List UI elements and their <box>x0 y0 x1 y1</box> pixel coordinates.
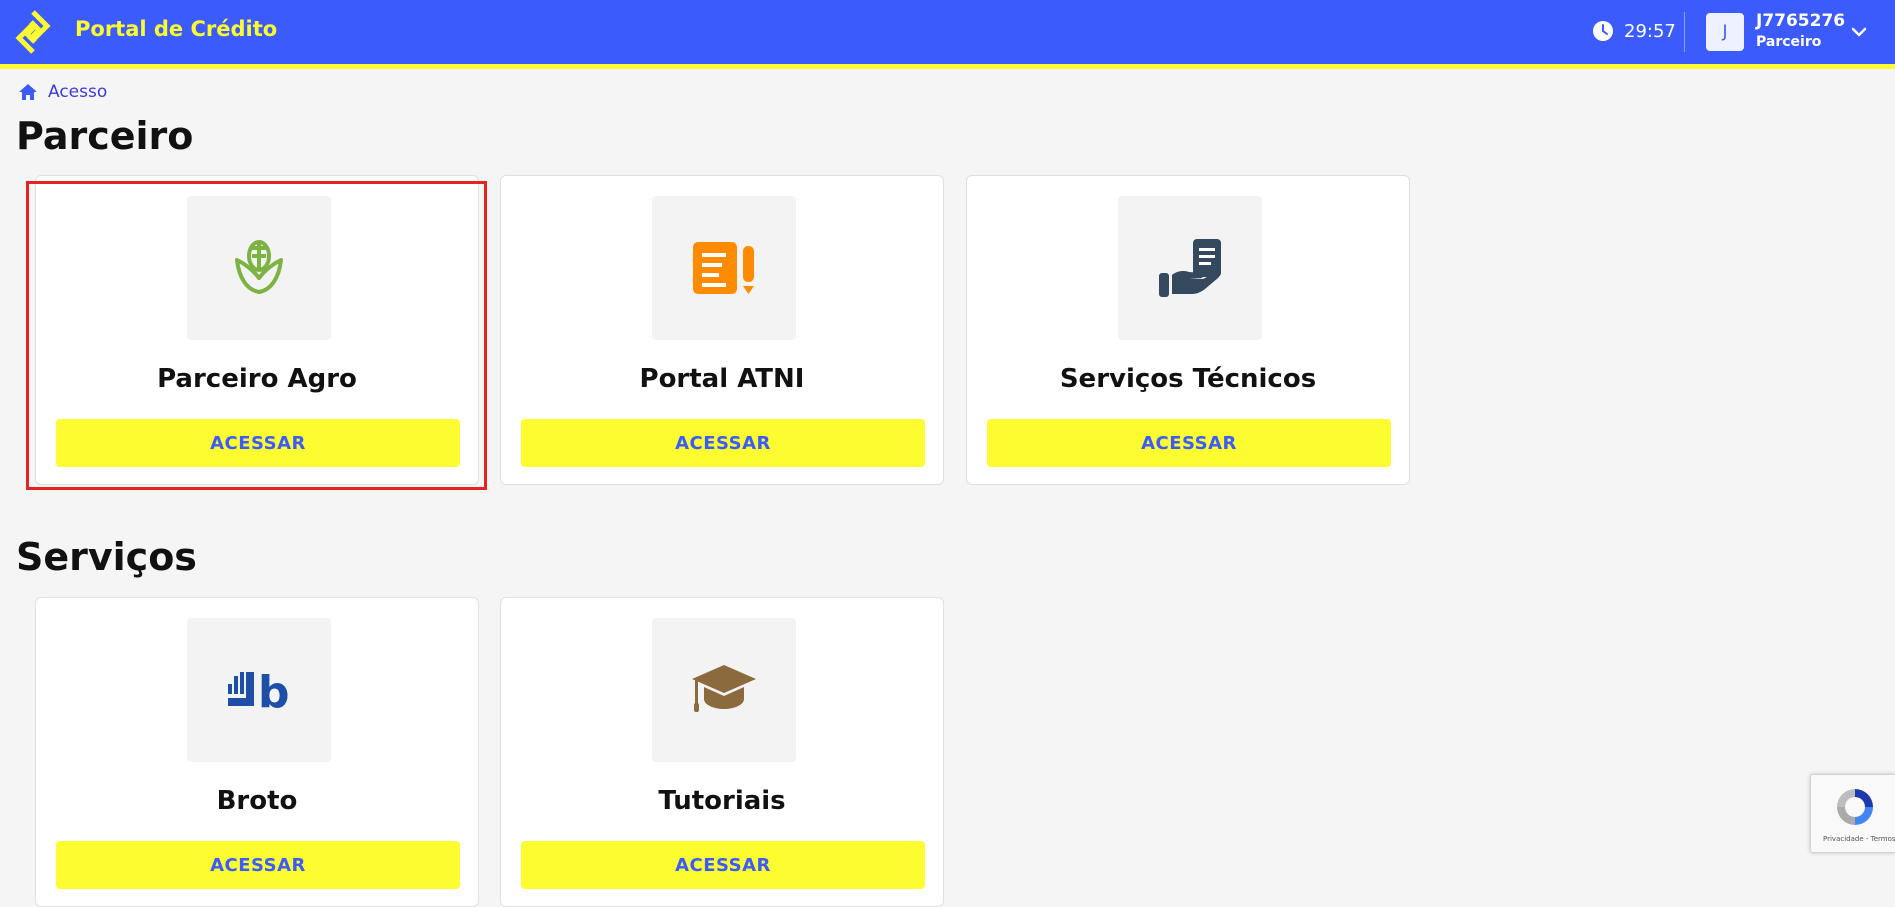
card-servicos-tecnicos[interactable]: Serviços Técnicos ACESSAR <box>966 175 1410 485</box>
user-id[interactable]: J7765276 <box>1756 11 1845 31</box>
card-icon-box <box>652 618 796 762</box>
broto-logo-icon: b <box>228 670 290 710</box>
recaptcha-badge[interactable]: Privacidade - Termos <box>1810 774 1895 853</box>
corn-icon <box>235 240 283 294</box>
recaptcha-links[interactable]: Privacidade - Termos <box>1823 835 1895 843</box>
card-title: Broto <box>216 786 298 816</box>
card-title: Portal ATNI <box>639 364 805 394</box>
acessar-portal-atni-button[interactable]: ACESSAR <box>521 419 925 467</box>
header-divider <box>1684 12 1685 52</box>
card-title: Tutoriais <box>658 786 786 816</box>
card-icon-box <box>187 196 331 340</box>
hand-document-icon <box>1159 239 1221 297</box>
chevron-down-icon[interactable] <box>1850 23 1868 41</box>
svg-text:b: b <box>258 670 290 710</box>
acessar-parceiro-agro-button[interactable]: ACESSAR <box>56 419 460 467</box>
app-title: Portal de Crédito <box>75 17 278 41</box>
bb-logo-icon[interactable] <box>10 9 56 55</box>
card-icon-box: b <box>187 618 331 762</box>
avatar[interactable]: J <box>1706 13 1744 51</box>
acessar-tutoriais-button[interactable]: ACESSAR <box>521 841 925 889</box>
section-title-parceiro: Parceiro <box>16 114 194 158</box>
recaptcha-icon <box>1837 789 1873 825</box>
document-pencil-icon <box>693 242 754 294</box>
card-parceiro-agro[interactable]: Parceiro Agro ACESSAR <box>35 175 479 485</box>
home-icon[interactable] <box>18 82 38 102</box>
breadcrumb: Acesso <box>18 82 107 102</box>
card-title: Serviços Técnicos <box>1059 364 1317 394</box>
card-title: Parceiro Agro <box>157 364 357 394</box>
timer-value: 29:57 <box>1624 20 1676 42</box>
acessar-servicos-tecnicos-button[interactable]: ACESSAR <box>987 419 1391 467</box>
session-timer: 29:57 <box>1592 20 1676 42</box>
acessar-broto-button[interactable]: ACESSAR <box>56 841 460 889</box>
card-icon-box <box>1118 196 1262 340</box>
card-icon-box <box>652 196 796 340</box>
section-title-servicos: Serviços <box>16 535 197 579</box>
card-portal-atni[interactable]: Portal ATNI ACESSAR <box>500 175 944 485</box>
user-role[interactable]: Parceiro <box>1756 34 1821 50</box>
breadcrumb-acesso[interactable]: Acesso <box>48 82 107 102</box>
top-bar: Portal de Crédito 29:57 J J7765276 Parce… <box>0 0 1895 69</box>
graduation-cap-icon <box>692 665 756 712</box>
clock-icon <box>1593 21 1613 41</box>
